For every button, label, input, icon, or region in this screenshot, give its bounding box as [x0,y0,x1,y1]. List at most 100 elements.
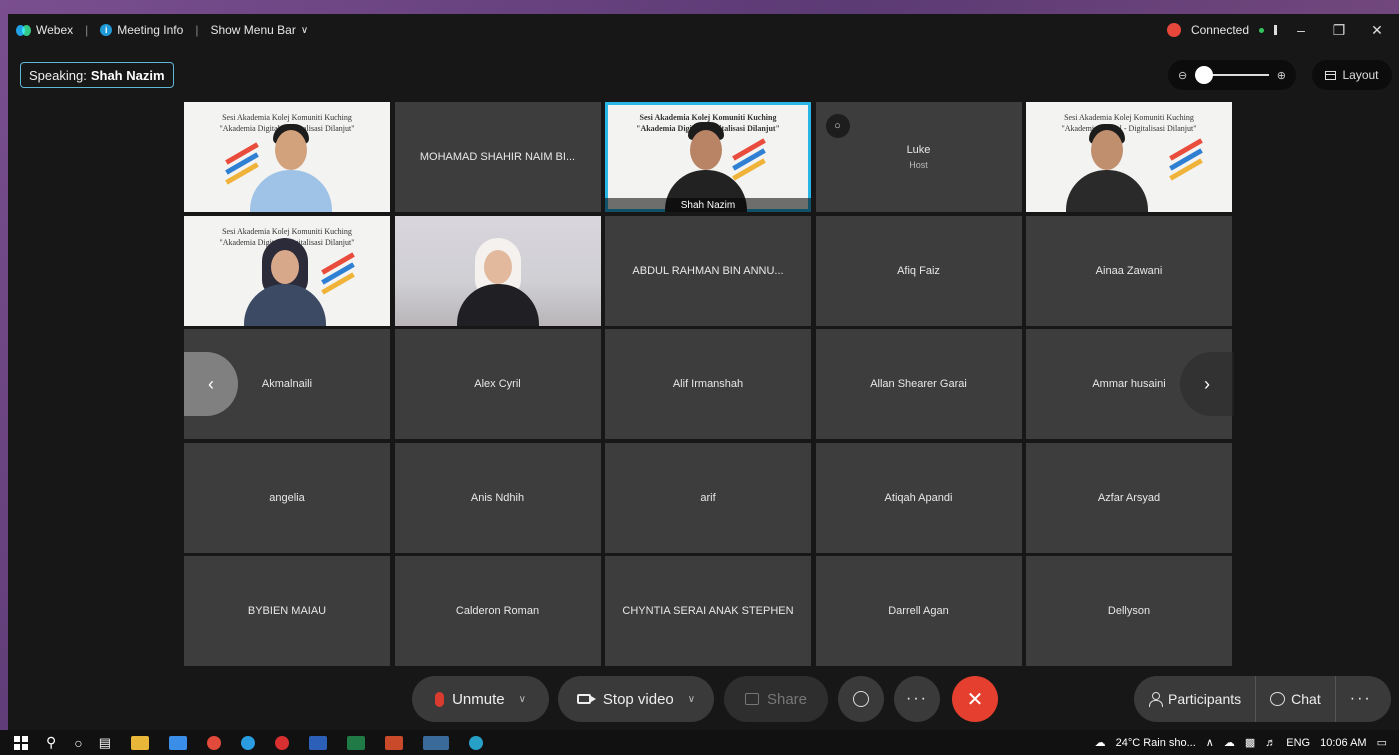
participant-video [447,236,547,326]
zoom-knob[interactable] [1195,66,1214,84]
network-icon[interactable]: ▩ [1245,736,1255,749]
meeting-info-button[interactable]: i Meeting Info [100,23,183,37]
participant-name: Dellyson [1107,605,1151,617]
excel-icon[interactable] [347,735,366,750]
show-menu-bar-button[interactable]: Show Menu Bar ∨ [210,23,308,37]
edge-icon[interactable] [241,735,256,750]
active-speaker-tile[interactable]: Sesi Akademia Kolej Komuniti Kuching "Aka… [605,102,811,212]
speaking-name: Shah Nazim [90,67,165,83]
participant-name: Atiqah Apandi [884,491,953,504]
participant-tile[interactable]: Alex Cyril [394,329,601,439]
speaking-label: Speaking: [29,67,87,83]
smiley-icon [853,691,869,707]
chevron-down-icon[interactable]: ∨ [519,694,526,705]
unmute-button[interactable]: Unmute ∨ [412,676,549,722]
video-tile[interactable]: Sesi Akademia Kolej Komuniti Kuching "Aka… [184,102,390,212]
participant-video [240,122,340,212]
browser-icon[interactable] [275,735,290,750]
zoom-slider[interactable]: ⊖ ⊕ [1168,60,1296,90]
edge-new-icon[interactable] [469,735,484,750]
task-view-icon[interactable]: ▤ [99,735,111,751]
participant-name: angelia [269,491,305,504]
muted-mic-icon [435,691,445,707]
windows-start-icon[interactable] [14,735,28,750]
participant-name: Afiq Faiz [897,264,940,277]
reactions-button[interactable] [838,676,884,722]
webex-window: Webex | i Meeting Info | Show Menu Bar ∨… [8,14,1399,730]
language-indicator[interactable]: ENG [1286,737,1310,749]
chat-button[interactable]: Chat [1255,676,1335,722]
video-grid: Sesi Akademia Kolej Komuniti Kuching "Aka… [184,102,1232,666]
restore-button[interactable]: ❐ [1325,22,1353,39]
chevron-down-icon[interactable]: ∨ [688,694,695,705]
search-icon[interactable]: ⚲ [46,734,56,751]
chrome-icon[interactable] [207,735,222,750]
zoom-out-icon[interactable]: ⊖ [1178,69,1187,82]
participant-tile[interactable]: Atiqah Apandi [815,442,1022,553]
status-dot-icon [1259,27,1264,33]
host-tile[interactable]: ○ Luke Host [815,102,1022,212]
video-tile[interactable]: Sesi Akademia Kolej Komuniti Kuching "Aka… [1026,102,1232,212]
participant-name: Anis Ndhih [470,491,525,504]
participants-label: Participants [1168,691,1242,707]
store-icon[interactable] [169,735,188,750]
zoom-in-icon[interactable]: ⊕ [1277,69,1286,82]
chevron-down-icon: ∨ [300,24,309,36]
cloud-icon[interactable]: ☁ [1224,736,1235,749]
minimize-button[interactable]: – [1287,22,1315,38]
signal-icon [1274,25,1277,35]
participant-tile[interactable]: ABDUL RAHMAN BIN ANNU... [605,215,811,326]
chevron-up-icon[interactable]: ∧ [1206,736,1214,749]
zoom-track[interactable] [1195,66,1269,84]
participant-tile[interactable]: MOHAMAD SHAHIR NAIM BI... [394,102,601,212]
file-explorer-icon[interactable] [131,735,150,750]
webex-menu[interactable]: Webex [16,23,73,37]
share-button[interactable]: Share [724,676,828,722]
participant-name: Allan Shearer Garai [870,378,967,390]
participant-tile[interactable]: arif [605,442,811,553]
layout-button[interactable]: Layout [1312,60,1392,90]
participant-name: MOHAMAD SHAHIR NAIM BI... [419,151,576,163]
participant-tile[interactable]: Ainaa Zawani [1026,215,1232,326]
participant-name: Akmalnaili [261,378,313,390]
more-panels-button[interactable]: ··· [1334,676,1386,722]
cortana-icon[interactable]: ○ [74,735,82,751]
chevron-right-icon: › [1204,373,1210,394]
video-tile[interactable] [394,215,601,326]
participant-tile[interactable]: angelia [184,442,390,553]
more-options-button[interactable]: ··· [894,676,940,722]
webex-taskbar-icon[interactable] [423,735,450,750]
more-icon: ··· [906,690,928,707]
participant-name: Alif Irmanshah [672,378,744,390]
participant-tile[interactable]: Darrell Agan [815,556,1022,666]
video-tile[interactable]: Sesi Akademia Kolej Komuniti Kuching "Aka… [184,215,390,326]
powerpoint-icon[interactable] [385,735,404,750]
participant-tile[interactable]: Azfar Arsyad [1026,442,1232,553]
participant-name: Alex Cyril [474,378,521,390]
participant-tile[interactable]: Anis Ndhih [394,442,601,553]
participant-tile[interactable]: Allan Shearer Garai [815,329,1022,439]
notification-icon[interactable]: ▭ [1377,736,1387,749]
participant-tile[interactable]: Calderon Roman [394,556,601,666]
stop-video-button[interactable]: Stop video ∨ [558,676,714,722]
slide-logo-icon [1168,138,1208,182]
participant-tile[interactable]: Dellyson [1026,556,1232,666]
participant-role: Host [909,160,928,170]
participant-name: BYBIEN MAIAU [247,605,327,617]
participant-tile[interactable]: CHYNTIA SERAI ANAK STEPHEN [605,556,811,666]
volume-icon[interactable]: ♬ [1265,737,1276,749]
divider: | [85,23,89,37]
stop-video-label: Stop video [602,690,674,708]
participants-button[interactable]: Participants [1134,676,1255,722]
word-icon[interactable] [309,735,328,750]
weather-text[interactable]: 24°C Rain sho... [1116,737,1196,749]
participant-tile[interactable]: BYBIEN MAIAU [184,556,390,666]
participant-tile[interactable]: Afiq Faiz [815,215,1022,326]
meeting-info-label: Meeting Info [117,23,184,37]
show-menu-label: Show Menu Bar [210,23,296,37]
clock[interactable]: 10:06 AM [1320,737,1366,749]
close-window-button[interactable]: ✕ [1363,22,1391,39]
participant-tile[interactable]: Alif Irmanshah [605,329,811,439]
leave-meeting-button[interactable]: ✕ [952,676,998,722]
close-icon: ✕ [966,688,984,711]
